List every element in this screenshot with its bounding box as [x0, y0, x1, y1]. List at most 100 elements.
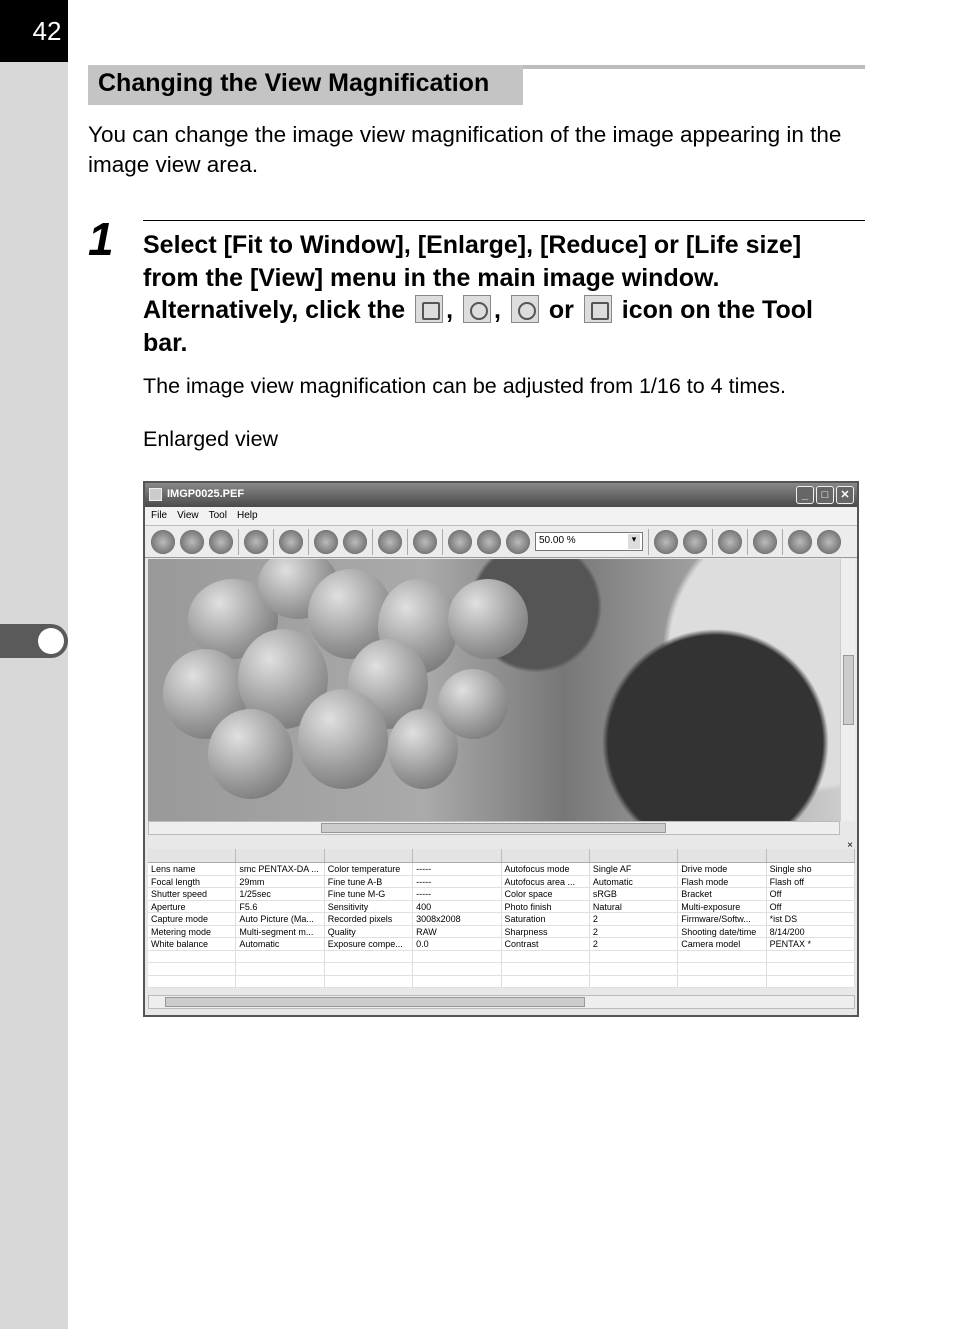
table-horizontal-scrollbar[interactable] [148, 995, 855, 1009]
table-cell: Fine tune M-G [325, 888, 414, 900]
table-cell [767, 950, 855, 962]
caption: Enlarged view [143, 427, 279, 451]
table-cell: Off [767, 888, 855, 900]
table-cell: Natural [590, 900, 679, 912]
vertical-scrollbar[interactable] [840, 559, 855, 821]
table-cell [325, 963, 414, 975]
table-cell [590, 963, 679, 975]
rotate-left-icon[interactable] [654, 529, 678, 554]
zoom-select[interactable]: 50.00 % [535, 532, 643, 551]
table-cell: ----- [413, 875, 502, 887]
menu-tool[interactable]: Tool [209, 510, 227, 522]
step-line1: Select [Fit to Window], [Enlarge], [Redu… [143, 231, 802, 292]
image-view-area[interactable] [148, 559, 840, 821]
comma: , [446, 296, 454, 324]
image-horizontal-scrollbar[interactable] [148, 821, 840, 835]
table-cell: sRGB [590, 888, 679, 900]
table-row: Aperture F5.6 Sensitivity 400 Photo finish Na… [148, 900, 855, 913]
table-cell: Single sho [767, 863, 855, 875]
intro-text: You can change the image view magnificat… [88, 122, 842, 177]
menu-file[interactable]: File [151, 510, 167, 522]
table-cell: 2 [590, 913, 679, 925]
table-cell [502, 963, 590, 975]
help-icon[interactable] [817, 529, 841, 554]
enlarge-icon [463, 295, 492, 323]
table-cell: PENTAX * [767, 938, 855, 950]
table-cell [767, 963, 855, 975]
window-title: IMGP0025.PEF [167, 488, 245, 500]
table-cell [767, 975, 855, 987]
table-row: Capture mode Auto Picture (Ma... Recorded … [148, 913, 855, 926]
table-cell [678, 963, 767, 975]
enlarge-icon[interactable] [477, 529, 501, 554]
table-row [148, 975, 855, 988]
table-cell [325, 975, 414, 987]
step-line2a: Alternatively, click the [143, 296, 406, 324]
compare-icon[interactable] [753, 529, 777, 554]
table-cell: smc PENTAX-DA ... [236, 863, 325, 875]
side-strip [0, 0, 68, 1329]
reduce-icon[interactable] [448, 529, 472, 554]
table-cell [678, 975, 767, 987]
table-cell [236, 950, 325, 962]
browser-icon[interactable] [378, 529, 402, 554]
print-icon[interactable] [244, 529, 268, 554]
info-table: Lens name smc PENTAX-DA ... Color temperat… [148, 849, 855, 988]
table-cell: Exposure compe... [325, 938, 414, 950]
table-cell: 3008x2008 [413, 913, 502, 925]
table-cell [502, 975, 590, 987]
app-window: IMGP0025.PEF _ □ ✕ File View Tool Help 50.… [143, 481, 859, 1017]
table-cell [148, 963, 237, 975]
table-cell [590, 950, 679, 962]
table-row: Focal length 29mm Fine tune A-B ----- Autofo… [148, 875, 855, 888]
table-cell: 2 [590, 925, 679, 937]
table-cell: Sensitivity [325, 900, 414, 912]
next-icon[interactable] [343, 529, 367, 554]
fit-to-window-icon[interactable] [413, 529, 437, 554]
table-cell: Flash mode [678, 875, 767, 887]
fit-to-window-icon [415, 295, 444, 323]
tools-icon[interactable] [788, 529, 812, 554]
table-cell [413, 963, 502, 975]
table-cell [236, 963, 325, 975]
table-cell: Auto Picture (Ma... [236, 913, 325, 925]
table-cell: Multi-exposure [678, 900, 767, 912]
table-cell [678, 950, 767, 962]
new-window-icon[interactable] [151, 529, 175, 554]
table-row [148, 963, 855, 976]
table-cell: Quality [325, 925, 414, 937]
table-cell [148, 975, 237, 987]
table-cell: White balance [148, 938, 237, 950]
table-cell: Automatic [236, 938, 325, 950]
table-cell: Fine tune A-B [325, 875, 414, 887]
table-cell [325, 950, 414, 962]
display-mode-icon[interactable] [718, 529, 742, 554]
table-cell: Focal length [148, 875, 237, 887]
table-cell: Single AF [590, 863, 679, 875]
save-icon[interactable] [209, 529, 233, 554]
table-cell: ----- [413, 888, 502, 900]
table-cell: Contrast [502, 938, 590, 950]
title-bar: IMGP0025.PEF _ □ ✕ [145, 483, 857, 507]
table-cell: Autofocus area ... [502, 875, 590, 887]
table-cell: Bracket [678, 888, 767, 900]
or-text: or [548, 296, 574, 324]
table-cell [413, 950, 502, 962]
table-cell: Autofocus mode [502, 863, 590, 875]
table-cell: Firmware/Softw... [678, 913, 767, 925]
minimize-button[interactable]: _ [796, 486, 814, 504]
table-cell: 400 [413, 900, 502, 912]
table-cell: Camera model [678, 938, 767, 950]
close-button[interactable]: ✕ [836, 486, 854, 504]
chapter-tab [0, 624, 68, 658]
life-size-icon[interactable] [506, 529, 530, 554]
settings-icon[interactable] [279, 529, 303, 554]
rotate-right-icon[interactable] [683, 529, 707, 554]
maximize-button[interactable]: □ [816, 486, 834, 504]
previous-icon[interactable] [314, 529, 338, 554]
menu-help[interactable]: Help [237, 510, 258, 522]
table-cell: Sharpness [502, 925, 590, 937]
open-folder-icon[interactable] [180, 529, 204, 554]
table-cell: *ist DS [767, 913, 855, 925]
menu-view[interactable]: View [177, 510, 199, 522]
